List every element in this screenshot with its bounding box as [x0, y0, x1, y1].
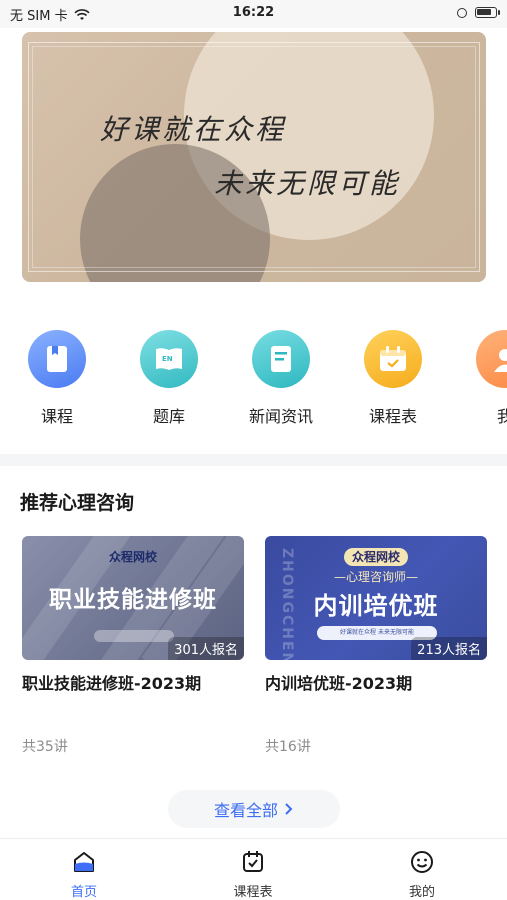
view-all-label: 查看全部 — [213, 801, 278, 820]
quick-nav-schedule[interactable]: 课程表 — [348, 330, 438, 427]
banner-slogan-line1: 好课就在众程 — [100, 113, 287, 146]
quick-nav-label: 课程表 — [368, 407, 417, 426]
quick-nav-label: 新闻资讯 — [248, 407, 313, 426]
calendar-check-icon — [243, 851, 263, 872]
course-cover: ZHONGCHENG 众程网校 —心理咨询师— 内训培优班 好课就在众程 未来无… — [265, 536, 487, 660]
banner-slogan-line2: 未来无限可能 — [214, 167, 401, 200]
school-logo-text: 众程网校 — [343, 548, 408, 566]
promo-banner[interactable]: 好课就在众程 未来无限可能 — [22, 32, 486, 282]
orientation-lock-icon — [457, 7, 467, 18]
cover-subtitle: —心理咨询师— — [333, 570, 418, 584]
lesson-count: 共35讲 — [22, 739, 68, 755]
quick-nav-label: 课程 — [40, 407, 73, 426]
quick-nav-question-bank[interactable]: EN 题库 — [124, 330, 214, 427]
banner-frame — [32, 46, 476, 268]
document-icon — [252, 330, 310, 388]
quick-nav-me[interactable]: 我 — [460, 330, 507, 427]
battery-fill — [477, 9, 492, 15]
view-all-button[interactable]: 查看全部 — [168, 790, 340, 828]
course-title: 内训培优班-2023期 — [265, 674, 413, 693]
status-bar: 无 SIM 卡 16:22 — [0, 0, 507, 28]
tab-label: 课程表 — [233, 885, 273, 900]
cover-title: 职业技能进修班 — [49, 586, 217, 613]
cover-decoration — [94, 630, 174, 642]
smiley-icon — [411, 851, 433, 873]
course-cover: 众程网校 职业技能进修班 301人报名 — [22, 536, 244, 660]
user-icon — [476, 330, 507, 388]
cover-title: 内训培优班 — [313, 591, 439, 620]
quick-nav-courses[interactable]: 课程 — [12, 330, 102, 427]
school-logo: 众程网校 — [108, 550, 157, 564]
tab-bar: 首页 课程表 我的 — [0, 838, 507, 900]
tab-home[interactable]: 首页 — [44, 849, 124, 900]
battery-icon — [475, 7, 500, 18]
lesson-count: 共16讲 — [265, 739, 311, 755]
school-logo: 众程网校 — [265, 548, 487, 566]
section-title: 推荐心理咨询 — [20, 492, 135, 514]
tab-schedule[interactable]: 课程表 — [213, 849, 293, 900]
tab-me[interactable]: 我的 — [382, 849, 462, 900]
course-title: 职业技能进修班-2023期 — [22, 674, 202, 693]
quick-nav-label: 我 — [496, 407, 507, 426]
status-time: 16:22 — [232, 5, 275, 20]
open-book-icon: EN — [140, 330, 198, 388]
home-icon — [74, 852, 94, 872]
quick-nav: 课程 EN 题库 新闻资讯 课程表 我 — [0, 330, 507, 440]
quick-nav-label: 题库 — [152, 407, 185, 426]
course-card[interactable]: ZHONGCHENG 众程网校 —心理咨询师— 内训培优班 好课就在众程 未来无… — [265, 536, 487, 756]
svg-text:EN: EN — [162, 355, 173, 363]
tab-label: 首页 — [70, 885, 97, 900]
enroll-count: 213人报名 — [411, 637, 487, 660]
section-divider — [0, 454, 507, 466]
calendar-icon — [364, 330, 422, 388]
quick-nav-news[interactable]: 新闻资讯 — [236, 330, 326, 427]
chevron-right-icon — [285, 803, 293, 815]
enroll-count: 301人报名 — [168, 637, 244, 660]
status-right — [457, 7, 500, 18]
book-icon — [28, 330, 86, 388]
tab-label: 我的 — [408, 885, 435, 900]
course-card[interactable]: 众程网校 职业技能进修班 301人报名 职业技能进修班-2023期 共35讲 — [22, 536, 244, 756]
